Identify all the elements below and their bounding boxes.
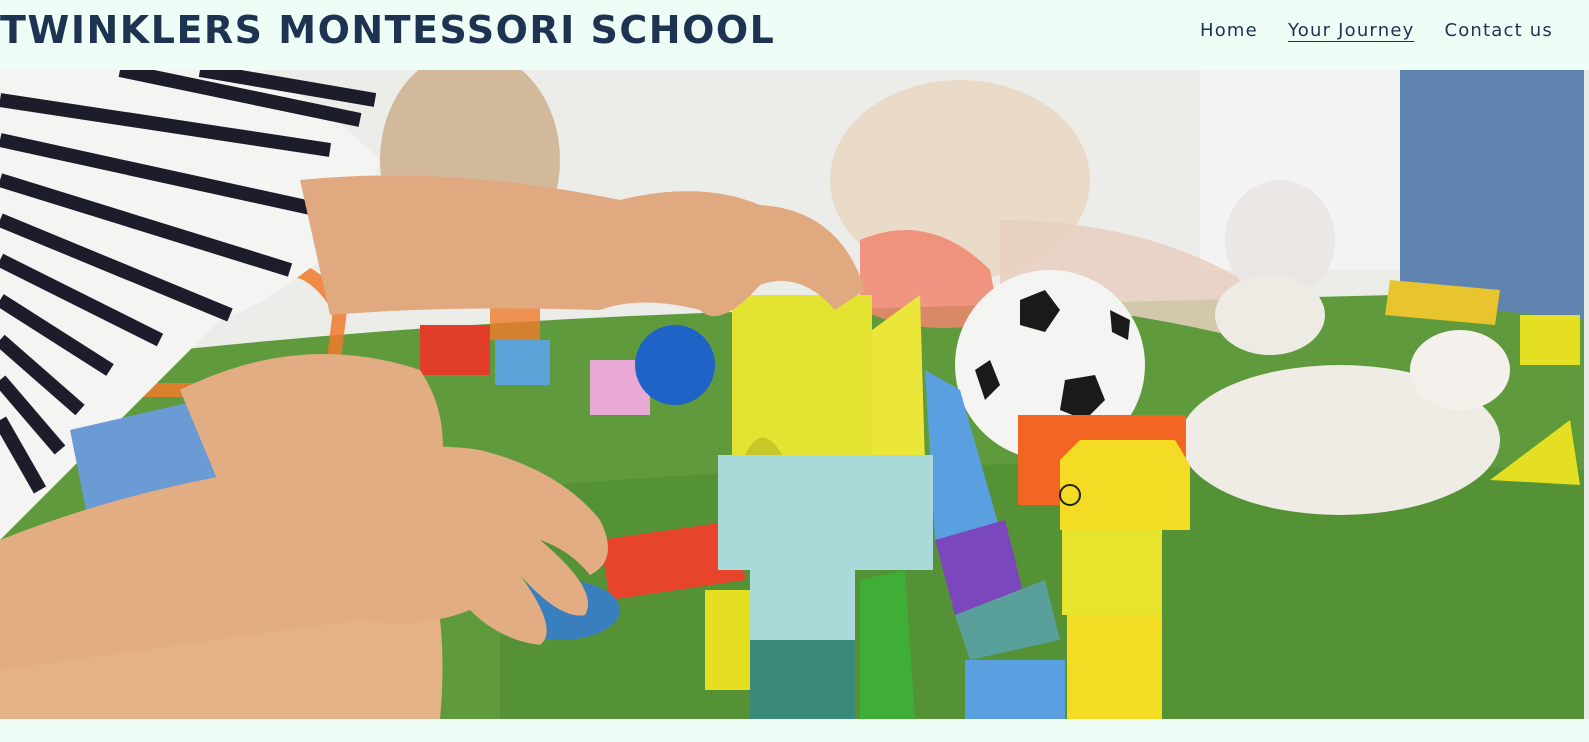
page: TWINKLERS MONTESSORI SCHOOL Home Your Jo… (0, 0, 1589, 742)
site-title: TWINKLERS MONTESSORI SCHOOL (0, 8, 776, 52)
site-header: TWINKLERS MONTESSORI SCHOOL Home Your Jo… (0, 0, 1589, 70)
nav-link-your-journey[interactable]: Your Journey (1288, 20, 1415, 41)
nav-link-contact-us[interactable]: Contact us (1444, 20, 1553, 41)
hero-image (0, 70, 1584, 719)
nav-link-home[interactable]: Home (1200, 20, 1258, 41)
scrollbar[interactable] (1584, 70, 1589, 719)
main-nav: Home Your Journey Contact us (1200, 20, 1553, 41)
hero-illustration (0, 70, 1584, 719)
